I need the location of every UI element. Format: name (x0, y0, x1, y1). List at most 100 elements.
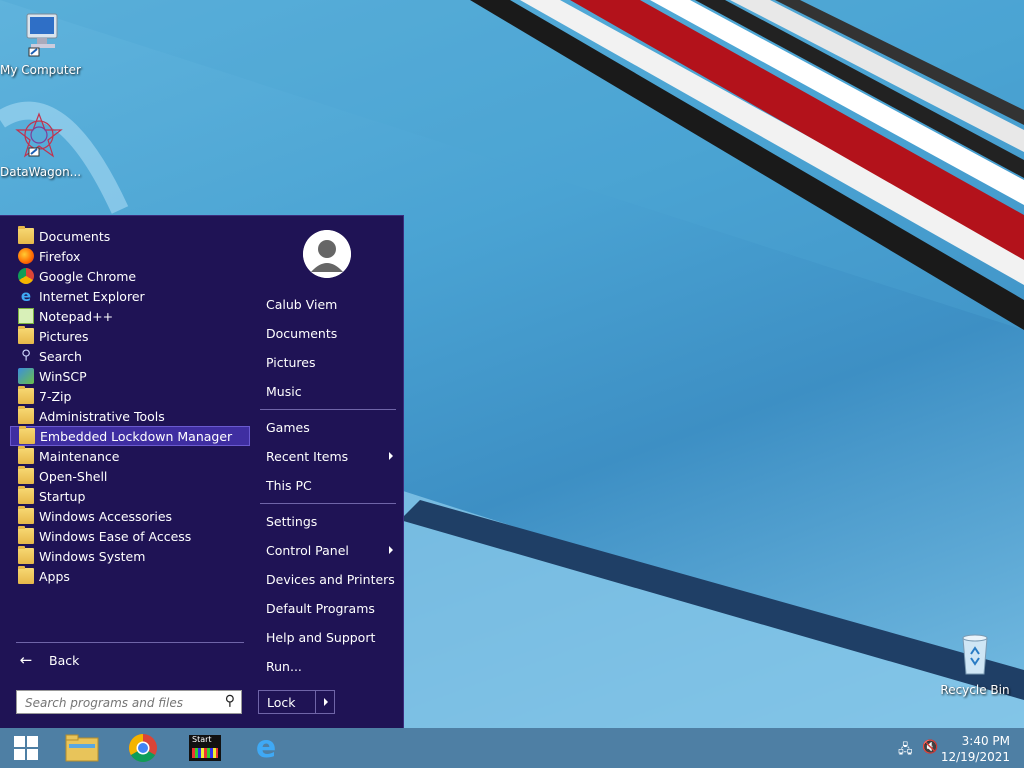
back-button[interactable]: ← Back (10, 650, 250, 670)
volume-muted-icon[interactable]: 🔇 (922, 740, 938, 755)
place-documents[interactable]: Documents (266, 321, 401, 345)
datawagon-icon (15, 112, 63, 158)
chrome-taskbar-button[interactable] (117, 728, 169, 768)
program-windows-accessories[interactable]: Windows Accessories (10, 506, 250, 526)
file-explorer-icon (65, 734, 99, 762)
program-label: Maintenance (39, 448, 120, 464)
start-app-icon: Start (189, 735, 221, 761)
program-windows-ease-of-access[interactable]: Windows Ease of Access (10, 526, 250, 546)
start-menu-places-pane: Calub Viem Documents Pictures Music Game… (255, 216, 403, 728)
program-notepad-plus-plus[interactable]: Notepad++ (10, 306, 250, 326)
start-app-taskbar-button[interactable]: Start (179, 728, 231, 768)
program-maintenance[interactable]: Maintenance (10, 446, 250, 466)
start-button[interactable] (0, 728, 52, 768)
place-label: Help and Support (266, 629, 376, 645)
program-label: Administrative Tools (39, 408, 165, 424)
desktop-icon-my-computer[interactable]: My Computer (0, 10, 81, 77)
program-label: Google Chrome (39, 268, 137, 284)
place-this-pc[interactable]: This PC (266, 473, 401, 497)
program-documents[interactable]: Documents (10, 226, 250, 246)
clock-time: 3:40 PM (961, 734, 1010, 748)
lock-button[interactable]: Lock (259, 691, 316, 713)
start-menu-programs-pane: Documents Firefox Google Chrome e Intern… (0, 216, 254, 728)
program-label: Open-Shell (39, 468, 108, 484)
search-box[interactable]: ⚲ (16, 690, 242, 714)
place-label: This PC (266, 477, 312, 493)
place-music[interactable]: Music (266, 379, 401, 403)
place-label: Devices and Printers (266, 571, 395, 587)
program-label: Documents (39, 228, 111, 244)
place-run[interactable]: Run... (266, 654, 401, 678)
user-icon (303, 230, 351, 278)
place-label: Run... (266, 658, 302, 674)
place-label: Settings (266, 513, 318, 529)
system-clock[interactable]: 3:40 PM 12/19/2021 (941, 733, 1010, 765)
program-google-chrome[interactable]: Google Chrome (10, 266, 250, 286)
chrome-icon (18, 268, 34, 284)
firefox-icon (18, 248, 34, 264)
desktop-icon-recycle-bin[interactable]: Recycle Bin (936, 630, 1014, 697)
place-help-and-support[interactable]: Help and Support (266, 625, 401, 649)
ie-taskbar-button[interactable]: e (240, 728, 292, 768)
place-control-panel[interactable]: Control Panel (266, 538, 401, 562)
desktop-icon-datawagon[interactable]: DataWagon... (0, 112, 81, 179)
program-windows-system[interactable]: Windows System (10, 546, 250, 566)
submenu-arrow-icon (389, 452, 393, 460)
program-label: Pictures (39, 328, 89, 344)
program-label: Search (39, 348, 82, 364)
program-label: 7-Zip (39, 388, 72, 404)
program-administrative-tools[interactable]: Administrative Tools (10, 406, 250, 426)
place-settings[interactable]: Settings (266, 509, 401, 533)
place-pictures[interactable]: Pictures (266, 350, 401, 374)
place-label: Recent Items (266, 448, 349, 464)
program-internet-explorer[interactable]: e Internet Explorer (10, 286, 250, 306)
computer-icon (26, 13, 58, 57)
place-devices-and-printers[interactable]: Devices and Printers (266, 567, 401, 591)
folder-icon (18, 466, 34, 484)
folder-icon (18, 546, 34, 564)
notepad-plus-plus-icon (18, 308, 34, 324)
folder-icon (18, 486, 34, 504)
program-startup[interactable]: Startup (10, 486, 250, 506)
place-label: Games (266, 419, 310, 435)
folder-icon (18, 526, 34, 544)
shutdown-options-button[interactable] (316, 691, 334, 713)
place-label: Documents (266, 325, 338, 341)
program-label: Windows Ease of Access (39, 528, 192, 544)
program-label: Firefox (39, 248, 81, 264)
program-label: Internet Explorer (39, 288, 145, 304)
search-input[interactable] (23, 692, 217, 714)
folder-icon (18, 386, 34, 404)
desktop: My Computer DataWagon... Recycle Bin Doc… (0, 0, 1024, 768)
program-search[interactable]: ⚲ Search (10, 346, 250, 366)
user-name-item[interactable]: Calub Viem (266, 292, 401, 316)
search-icon[interactable]: ⚲ (225, 693, 235, 709)
network-icon[interactable]: 🖧 (898, 740, 913, 762)
lock-button-group: Lock (258, 690, 335, 714)
program-7-zip[interactable]: 7-Zip (10, 386, 250, 406)
program-winscp[interactable]: WinSCP (10, 366, 250, 386)
program-label: Windows System (39, 548, 146, 564)
program-firefox[interactable]: Firefox (10, 246, 250, 266)
folder-icon (18, 326, 34, 344)
user-avatar[interactable] (303, 230, 351, 278)
program-open-shell[interactable]: Open-Shell (10, 466, 250, 486)
place-label: Pictures (266, 354, 316, 370)
separator (16, 642, 244, 643)
place-label: Default Programs (266, 600, 375, 616)
file-explorer-button[interactable] (56, 728, 108, 768)
search-icon: ⚲ (21, 348, 31, 363)
place-default-programs[interactable]: Default Programs (266, 596, 401, 620)
place-games[interactable]: Games (266, 415, 401, 439)
chevron-right-icon (324, 698, 328, 706)
desktop-icon-label: My Computer (0, 63, 81, 77)
program-label: Windows Accessories (39, 508, 173, 524)
program-apps[interactable]: Apps (10, 566, 250, 586)
program-label: Embedded Lockdown Manager (40, 428, 233, 444)
place-recent-items[interactable]: Recent Items (266, 444, 401, 468)
folder-icon (18, 566, 34, 584)
chrome-icon (129, 734, 157, 762)
ie-icon: e (20, 287, 32, 305)
program-embedded-lockdown-manager[interactable]: Embedded Lockdown Manager (10, 426, 250, 446)
program-pictures[interactable]: Pictures (10, 326, 250, 346)
